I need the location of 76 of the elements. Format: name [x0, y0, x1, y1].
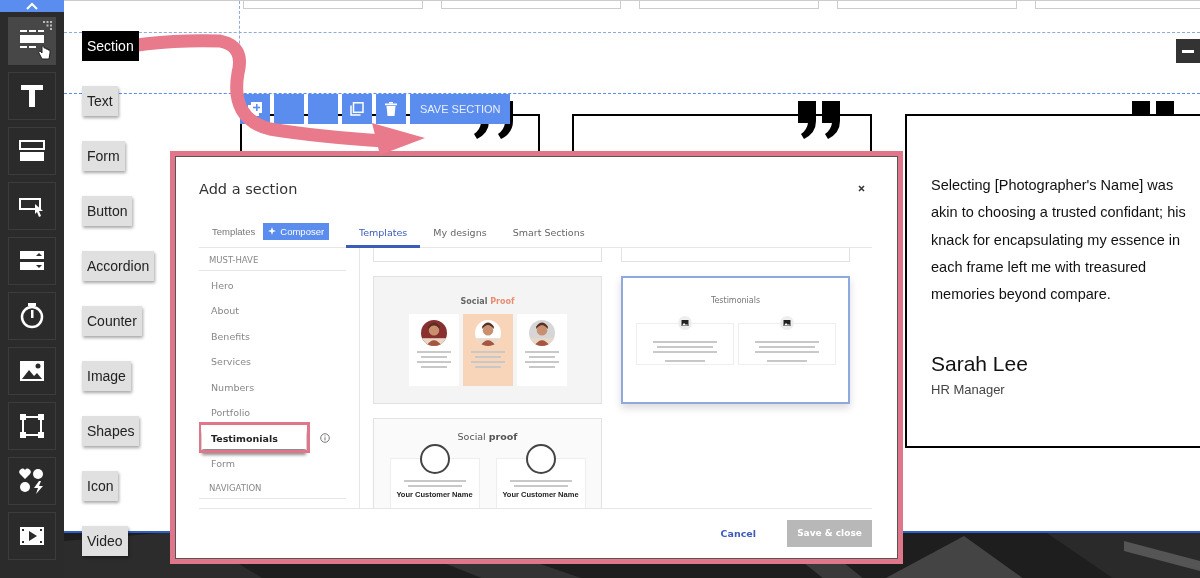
widget-label: Text — [82, 86, 118, 116]
text-lines — [403, 478, 466, 489]
thumbnail-title: Social Proof — [460, 296, 515, 306]
template-thumbnail[interactable]: Social Proof — [373, 275, 602, 404]
duplicate-button[interactable] — [342, 94, 372, 124]
trash-icon — [385, 102, 397, 116]
sparkle-icon — [268, 227, 277, 236]
image-icon — [677, 315, 692, 330]
tool-button[interactable] — [8, 72, 56, 120]
widget-label: Form — [82, 141, 125, 171]
text-lines — [509, 478, 572, 489]
dialog-title: Add a section — [199, 180, 298, 197]
tool-button[interactable] — [8, 182, 56, 230]
template-thumbnail[interactable] — [621, 247, 850, 262]
tab[interactable]: Smart Sections — [499, 226, 598, 248]
collapse-up-icon[interactable] — [26, 2, 38, 10]
mode-toggle[interactable]: Composer — [263, 222, 330, 240]
category-item[interactable]: Numbers — [199, 373, 309, 400]
category-item[interactable]: About — [199, 297, 309, 323]
widget-label: Video — [82, 526, 128, 556]
template-thumbnail[interactable]: Testimonials — [621, 275, 850, 404]
text-icon — [18, 82, 46, 110]
thumbnail-title: Social proof — [457, 430, 518, 442]
widget-label: Shapes — [82, 416, 140, 446]
tool-button[interactable] — [8, 347, 56, 395]
mode-toggle[interactable]: Templates — [212, 223, 256, 239]
tool-button[interactable] — [8, 512, 56, 560]
duplicate-icon — [350, 102, 364, 116]
cancel-button[interactable]: Cancel — [714, 526, 762, 540]
category-item[interactable]: Form — [199, 450, 309, 476]
image-icon — [779, 315, 794, 330]
category-item[interactable]: Hero — [199, 271, 309, 298]
hand-cursor-icon — [37, 45, 51, 61]
text-lines — [524, 349, 559, 370]
info-icon[interactable] — [320, 432, 330, 443]
thumbnail-title: Testimonials — [710, 295, 761, 305]
close-icon — [858, 185, 865, 193]
collapse-button[interactable] — [1176, 39, 1200, 63]
avatar-circle — [419, 443, 450, 474]
template-thumbnail[interactable] — [373, 247, 602, 262]
text-lines — [754, 339, 819, 355]
widget-label: Icon — [82, 471, 119, 501]
tab[interactable]: Templates — [346, 226, 421, 248]
save-section-button[interactable]: SAVE SECTION — [410, 94, 511, 124]
stopwatch-icon — [18, 302, 46, 330]
minus-icon — [1182, 49, 1194, 53]
widget-label: Accordion — [82, 251, 155, 281]
person-role: HR Manager — [931, 382, 1006, 398]
delete-button[interactable] — [376, 94, 406, 124]
avatar-circle — [525, 443, 556, 474]
widget-label: Section — [82, 31, 139, 61]
widget-label: Image — [82, 361, 131, 391]
tool-button[interactable] — [8, 402, 56, 450]
tab[interactable]: My designs — [420, 226, 500, 248]
widget-label: Counter — [82, 306, 142, 336]
shapes-icon — [18, 412, 46, 440]
text-lines — [652, 339, 717, 355]
person-name: Sarah Lee — [931, 352, 1029, 377]
drag-handle-icon[interactable] — [43, 21, 52, 30]
category-item[interactable]: Services — [199, 348, 309, 374]
text-lines — [470, 349, 505, 370]
widget-label: Button — [82, 196, 133, 226]
close-button[interactable] — [856, 185, 867, 193]
category-item[interactable]: Portfolio — [199, 399, 309, 425]
tool-button[interactable] — [8, 292, 56, 340]
category-heading: NAVIGATION — [199, 475, 346, 499]
icons-icon — [18, 467, 46, 495]
category-item[interactable]: Benefits — [199, 322, 309, 349]
text-lines — [416, 349, 451, 370]
tool-button[interactable] — [8, 457, 56, 505]
tool-button[interactable] — [8, 17, 56, 65]
testimonial-quote: Selecting [Photographer's Name] was akin to choosing a trusted confidant; his knack for encapsulating my essence in each frame left me with treasured memories beyond compare. — [931, 176, 1187, 305]
tool-button[interactable] — [8, 127, 56, 175]
add-icon — [248, 102, 262, 116]
tool-button[interactable] — [8, 237, 56, 285]
category-heading: MUST-HAVE — [199, 247, 346, 271]
